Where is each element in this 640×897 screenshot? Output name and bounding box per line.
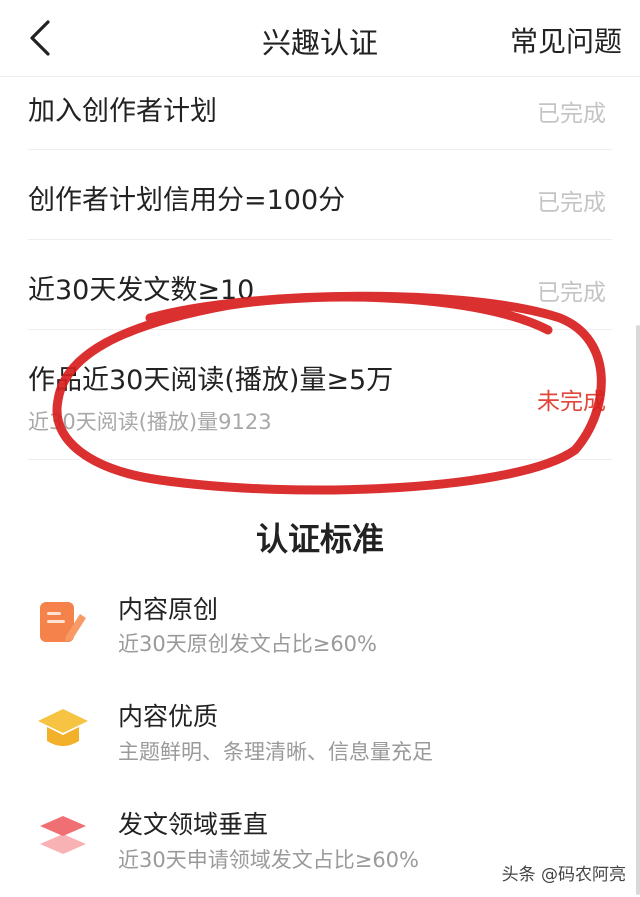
edit-document-icon xyxy=(40,602,86,642)
layers-icon xyxy=(40,816,86,854)
requirement-row: 作品近30天阅读(播放)量≥5万 近30天阅读(播放)量9123 未完成 xyxy=(28,330,612,460)
requirement-row: 近30天发文数≥10 已完成 xyxy=(28,240,612,330)
nav-bar: 兴趣认证 常见问题 xyxy=(0,0,640,77)
standard-title: 发文领域垂直 xyxy=(118,810,269,839)
faq-link[interactable]: 常见问题 xyxy=(510,20,622,60)
requirement-status: 已完成 xyxy=(537,190,606,216)
requirement-title: 作品近30天阅读(播放)量≥5万 xyxy=(28,365,394,396)
requirement-status: 已完成 xyxy=(537,101,606,127)
requirement-row: 加入创作者计划 已完成 xyxy=(28,77,612,150)
section-title: 认证标准 xyxy=(255,520,384,558)
graduation-cap-icon xyxy=(38,709,88,746)
watermark: 头条 @码农阿亮 xyxy=(501,865,626,885)
standard-desc: 近30天原创发文占比≥60% xyxy=(118,632,377,656)
standard-desc: 近30天申请领域发文占比≥60% xyxy=(118,848,419,872)
requirement-status: 已完成 xyxy=(537,280,606,306)
standard-title: 内容优质 xyxy=(118,702,219,731)
requirement-title: 近30天发文数≥10 xyxy=(28,275,255,306)
requirement-title: 创作者计划信用分=100分 xyxy=(28,185,346,216)
requirement-status: 未完成 xyxy=(537,389,606,415)
standard-title: 内容原创 xyxy=(118,595,219,624)
requirement-title: 加入创作者计划 xyxy=(28,96,217,127)
requirement-row: 创作者计划信用分=100分 已完成 xyxy=(28,150,612,240)
standard-desc: 主题鲜明、条理清晰、信息量充足 xyxy=(118,740,433,764)
scrollbar[interactable] xyxy=(636,325,640,895)
requirement-progress: 近30天阅读(播放)量9123 xyxy=(28,410,272,434)
